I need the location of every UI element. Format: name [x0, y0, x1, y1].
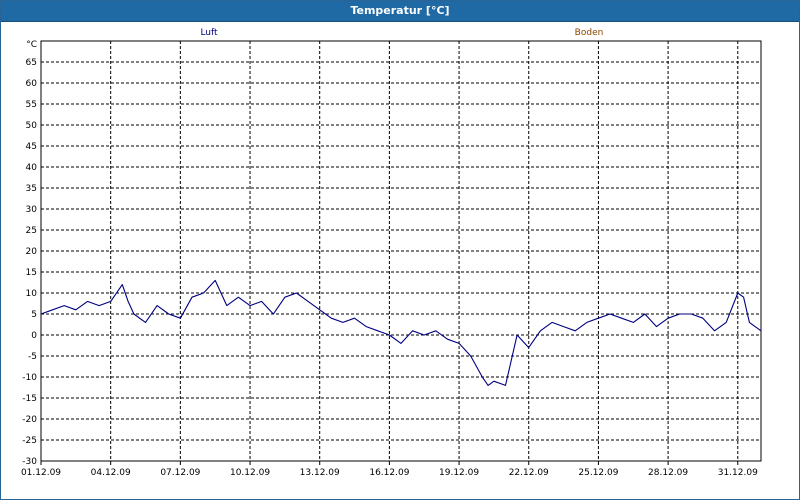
y-tick-label: 10 — [26, 289, 38, 299]
y-tick-label: 0 — [31, 331, 37, 341]
y-axis-unit-label: °C — [26, 40, 37, 50]
y-tick-label: 20 — [26, 247, 38, 257]
x-tick-label: 31.12.09 — [718, 468, 758, 478]
y-tick-label: 45 — [26, 142, 37, 152]
y-tick-label: 40 — [26, 163, 38, 173]
x-tick-label: 28.12.09 — [648, 468, 688, 478]
temperature-chart: -30 -25 -20 -15 -10 -5 0 5 10 15 20 25 30 35 40 45 50 55 6… — [21, 28, 762, 478]
x-tick-label: 13.12.09 — [300, 468, 340, 478]
y-tick-label: 5 — [31, 310, 37, 320]
legend-entry-boden: Boden — [575, 28, 604, 38]
y-tick-label: 50 — [26, 121, 38, 131]
y-tick-label: -10 — [22, 373, 37, 383]
x-tick-label: 07.12.09 — [160, 468, 200, 478]
x-tick-label: 25.12.09 — [578, 468, 618, 478]
x-tick-label: 19.12.09 — [439, 468, 479, 478]
x-tick-label: 22.12.09 — [509, 468, 549, 478]
x-tick-label: 16.12.09 — [369, 468, 409, 478]
x-tick-label: 04.12.09 — [91, 468, 131, 478]
y-tick-label: -25 — [22, 436, 37, 446]
legend-entry-luft: Luft — [200, 28, 218, 38]
y-tick-label: 60 — [26, 79, 38, 89]
y-tick-label: -20 — [22, 415, 37, 425]
y-tick-label: 65 — [26, 58, 37, 68]
x-tick-label: 10.12.09 — [230, 468, 270, 478]
chart-window: Temperatur [°C] -30 -25 -20 -15 -10 -5 0 5 10 15 2… — [0, 0, 800, 500]
y-tick-label: 25 — [26, 226, 37, 236]
y-tick-label: -15 — [22, 394, 37, 404]
series-line-luft — [40, 279, 762, 386]
chart-title: Temperatur [°C] — [1, 1, 799, 22]
x-tick-label: 01.12.09 — [21, 468, 61, 478]
y-tick-label: 30 — [26, 205, 38, 215]
y-tick-label: -30 — [22, 457, 37, 467]
y-tick-label: -5 — [28, 352, 37, 362]
y-tick-label: 15 — [26, 268, 37, 278]
y-tick-label: 55 — [26, 100, 37, 110]
y-tick-label: 35 — [26, 184, 37, 194]
